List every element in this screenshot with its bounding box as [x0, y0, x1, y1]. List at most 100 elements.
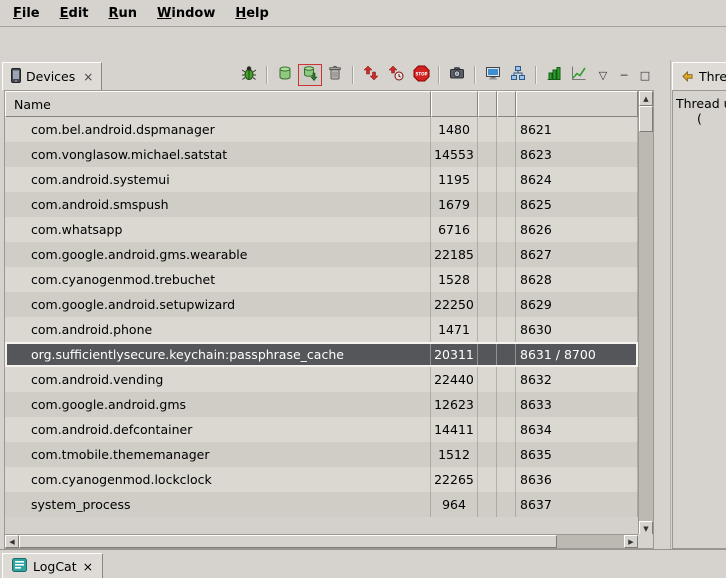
table-row[interactable]: com.vonglasow.michael.satstat 14553 8623 — [5, 142, 638, 167]
column-header-blank2[interactable] — [497, 91, 516, 117]
red-arrows-icon — [363, 65, 379, 85]
blank-cell-2 — [497, 342, 516, 367]
devices-tab-label: Devices — [26, 69, 75, 84]
column-header-blank1[interactable] — [478, 91, 497, 117]
table-header-row: Name — [5, 91, 638, 117]
table-row[interactable]: com.google.android.gms.wearable 22185 86… — [5, 242, 638, 267]
table-row[interactable]: com.android.systemui 1195 8624 — [5, 167, 638, 192]
process-port-cell: 8625 — [516, 192, 638, 217]
blank-cell-2 — [497, 217, 516, 242]
panel-sash[interactable] — [666, 60, 671, 549]
process-port-cell: 8636 — [516, 467, 638, 492]
devices-tab-close-icon[interactable]: × — [83, 70, 93, 84]
blank-cell-1 — [478, 192, 497, 217]
blank-cell-2 — [497, 367, 516, 392]
menu-item[interactable]: Edit — [50, 0, 99, 26]
table-row[interactable]: com.google.android.gms 12623 8633 — [5, 392, 638, 417]
table-row[interactable]: system_process 964 8637 — [5, 492, 638, 517]
menu-item-label: Edit — [60, 6, 89, 21]
vertical-scrollbar-thumb[interactable] — [639, 106, 653, 132]
blank-cell-1 — [478, 492, 497, 517]
toolbar-separator — [535, 66, 537, 84]
hierarchy-view-button[interactable] — [506, 64, 530, 86]
update-threads-button[interactable] — [359, 64, 383, 86]
scroll-left-icon[interactable]: ◀ — [5, 535, 19, 548]
blank-cell-1 — [478, 267, 497, 292]
table-row[interactable]: com.bel.android.dspmanager 1480 8621 — [5, 117, 638, 142]
process-pid-cell: 6716 — [431, 217, 478, 242]
menu-item[interactable]: Help — [225, 0, 278, 26]
table-row[interactable]: com.android.smspush 1679 8625 — [5, 192, 638, 217]
table-row[interactable]: com.tmobile.thememanager 1512 8635 — [5, 442, 638, 467]
method-profiling-button[interactable] — [384, 64, 408, 86]
column-header-port[interactable] — [516, 91, 638, 117]
process-port-cell: 8624 — [516, 167, 638, 192]
scrollbar-corner — [638, 534, 653, 548]
vertical-scrollbar[interactable]: ▲ ▼ — [638, 91, 653, 536]
view-menu-icon[interactable]: ▽ — [594, 66, 612, 84]
process-pid-cell: 1471 — [431, 317, 478, 342]
table-row[interactable]: com.google.android.setupwizard 22250 862… — [5, 292, 638, 317]
menu-item[interactable]: Run — [99, 0, 148, 26]
cause-gc-button[interactable] — [323, 64, 347, 86]
blank-cell-2 — [497, 267, 516, 292]
process-port-cell: 8631 / 8700 — [516, 342, 638, 367]
column-header-pid[interactable] — [431, 91, 478, 117]
scroll-up-icon[interactable]: ▲ — [639, 91, 653, 106]
blank-cell-1 — [478, 242, 497, 267]
menu-item-label: File — [13, 6, 40, 21]
table-row[interactable]: com.cyanogenmod.lockclock 22265 8636 — [5, 467, 638, 492]
tab-logcat[interactable]: LogCat × — [2, 553, 103, 578]
toolbar-separator — [474, 66, 476, 84]
trash-icon — [327, 65, 343, 85]
menu-item[interactable]: File — [3, 0, 50, 26]
table-row[interactable]: org.sufficientlysecure.keychain:passphra… — [5, 342, 638, 367]
main-area: Devices × — [0, 60, 726, 549]
horizontal-scrollbar-thumb[interactable] — [19, 535, 557, 548]
threads-body: Thread up ( — [672, 90, 726, 549]
process-name-cell: system_process — [5, 492, 431, 517]
process-pid-cell: 1679 — [431, 192, 478, 217]
network-stats-button[interactable] — [567, 64, 591, 86]
blank-cell-1 — [478, 292, 497, 317]
process-name-cell: com.google.android.gms.wearable — [5, 242, 431, 267]
scroll-right-icon[interactable]: ▶ — [624, 535, 638, 548]
process-port-cell: 8628 — [516, 267, 638, 292]
tab-threads[interactable]: Threa — [672, 62, 726, 90]
process-port-cell: 8633 — [516, 392, 638, 417]
devices-tabbar: Devices × — [2, 60, 666, 90]
update-heap-button[interactable] — [273, 64, 297, 86]
table-row[interactable]: com.cyanogenmod.trebuchet 1528 8628 — [5, 267, 638, 292]
logcat-tab-close-icon[interactable]: × — [83, 559, 93, 574]
table-row[interactable]: com.whatsapp 6716 8626 — [5, 217, 638, 242]
screen-capture-button[interactable] — [445, 64, 469, 86]
process-pid-cell: 1480 — [431, 117, 478, 142]
process-name-cell: com.android.vending — [5, 367, 431, 392]
threads-message-line1: Thread up — [673, 96, 726, 111]
table-row[interactable]: com.android.defcontainer 14411 8634 — [5, 417, 638, 442]
table-row[interactable]: com.android.vending 22440 8632 — [5, 367, 638, 392]
table-row[interactable]: com.android.phone 1471 8630 — [5, 317, 638, 342]
blank-cell-2 — [497, 242, 516, 267]
horizontal-scrollbar[interactable]: ◀ ▶ — [5, 534, 638, 548]
dump-hprof-button[interactable] — [298, 64, 322, 86]
blank-cell-1 — [478, 342, 497, 367]
capture-video-button[interactable] — [481, 64, 505, 86]
blank-cell-2 — [497, 292, 516, 317]
threads-tab-label: Threa — [699, 69, 726, 84]
process-port-cell: 8621 — [516, 117, 638, 142]
stop-process-button[interactable]: STOP — [409, 64, 433, 86]
sysinfo-button[interactable] — [542, 64, 566, 86]
debug-process-button[interactable] — [237, 64, 261, 86]
process-port-cell: 8630 — [516, 317, 638, 342]
minimize-icon[interactable]: ─ — [615, 66, 633, 84]
camera-icon — [449, 65, 465, 85]
maximize-icon[interactable]: □ — [636, 66, 654, 84]
column-header-name[interactable]: Name — [5, 91, 431, 117]
process-pid-cell: 22185 — [431, 242, 478, 267]
process-name-cell: com.cyanogenmod.trebuchet — [5, 267, 431, 292]
menu-item-label: Window — [157, 6, 215, 21]
tab-devices[interactable]: Devices × — [2, 62, 102, 90]
menu-item[interactable]: Window — [147, 0, 225, 26]
bottom-bar: LogCat × — [0, 549, 726, 577]
